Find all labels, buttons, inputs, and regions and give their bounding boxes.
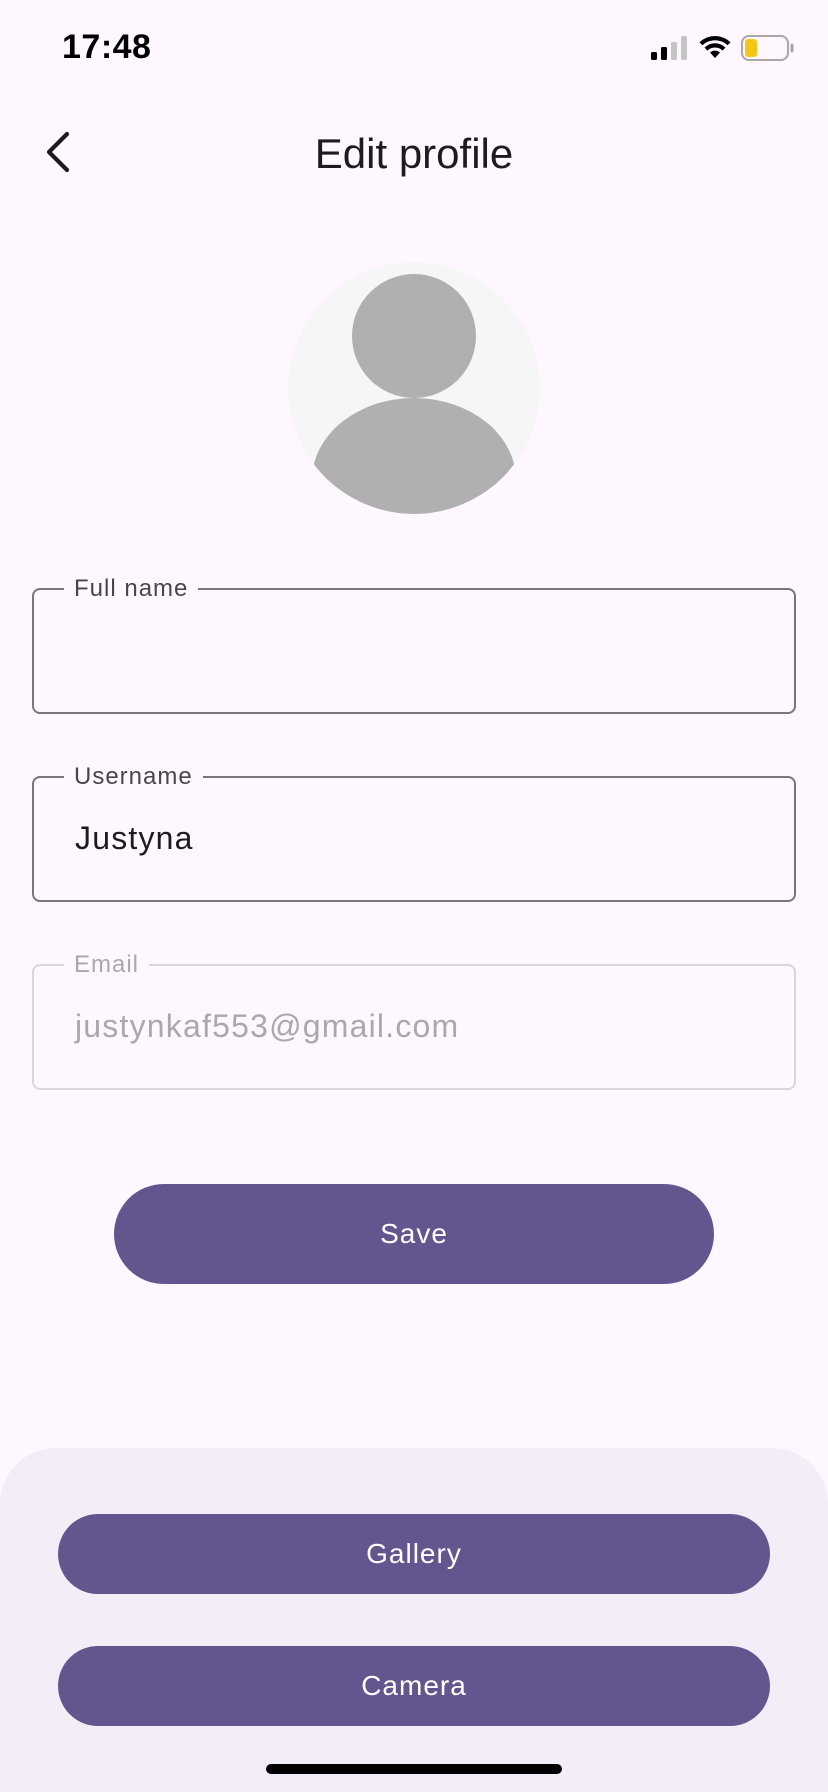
username-label: Username (64, 762, 203, 792)
image-source-bottom-sheet: Gallery Camera (0, 1448, 828, 1792)
email-field: Email justynkaf553@gmail.com (32, 950, 796, 1090)
battery-low-icon (741, 34, 795, 66)
email-label: Email (64, 950, 150, 980)
gallery-button[interactable]: Gallery (58, 1514, 770, 1594)
page-title: Edit profile (314, 130, 514, 177)
avatar[interactable] (288, 262, 540, 514)
status-bar: 17:48 (0, 0, 828, 100)
full-name-label: Full name (64, 574, 199, 604)
wifi-icon (699, 35, 731, 65)
home-indicator (266, 1764, 562, 1774)
person-placeholder-icon (288, 262, 540, 514)
email-input: justynkaf553@gmail.com (75, 1008, 460, 1044)
camera-button[interactable]: Camera (58, 1646, 770, 1726)
username-field[interactable]: Username Justyna (32, 762, 796, 902)
status-time: 17:48 (62, 28, 152, 66)
full-name-field[interactable]: Full name (32, 574, 796, 714)
app-header: Edit profile (0, 110, 828, 200)
save-button[interactable]: Save (114, 1184, 714, 1284)
username-input[interactable]: Justyna (75, 820, 194, 857)
cellular-signal-icon (651, 35, 689, 65)
status-icons (651, 34, 795, 66)
